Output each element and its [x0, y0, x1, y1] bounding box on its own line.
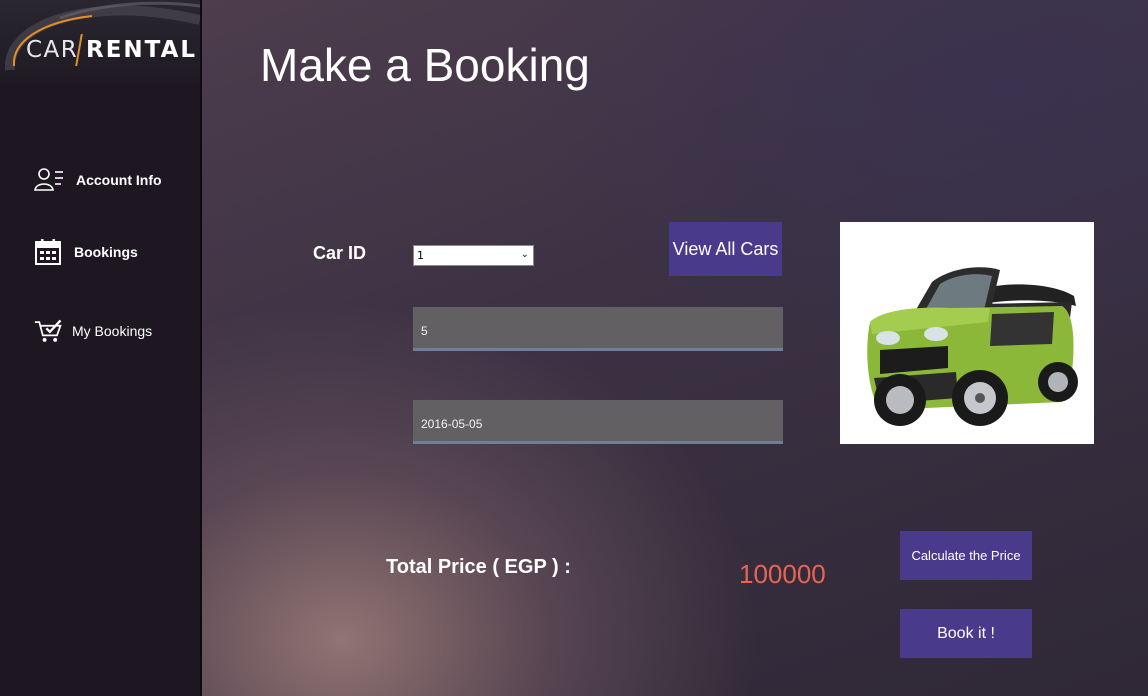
car-picture-icon	[867, 267, 1078, 426]
car-id-select[interactable]: 1 ⌄	[413, 245, 534, 266]
car-id-label: Car ID	[313, 243, 367, 263]
sidebar-item-label: Bookings	[74, 244, 138, 260]
logo-text-car: CAR	[26, 37, 79, 63]
calendar-icon	[35, 239, 61, 265]
total-price-value: 100000	[739, 559, 826, 589]
user-list-icon	[34, 168, 63, 191]
sidebar-item-bookings[interactable]: Bookings	[0, 232, 200, 272]
sidebar-item-my-bookings[interactable]: My Bookings	[0, 311, 200, 351]
main-panel: Make a Booking Car ID 1 ⌄ View All Cars …	[202, 0, 1148, 696]
sidebar-item-account-info[interactable]: Account Info	[0, 160, 200, 200]
car-image	[840, 222, 1094, 444]
logo-text-rental: RENTAL	[86, 37, 198, 63]
total-price-label: Total Price ( EGP ) :	[386, 556, 571, 578]
page-title: Make a Booking	[260, 39, 590, 91]
logo: CAR RENTAL	[0, 0, 200, 84]
sidebar: CAR RENTAL Account Info Bookings My Book…	[0, 0, 200, 696]
sidebar-item-label: My Bookings	[72, 323, 153, 339]
chevron-down-icon: ⌄	[520, 249, 529, 260]
cart-check-icon	[34, 319, 62, 342]
view-all-cars-button[interactable]: View All Cars	[669, 222, 782, 276]
days-field[interactable]: 5	[413, 307, 783, 351]
sidebar-item-label: Account Info	[76, 172, 162, 188]
calculate-price-button[interactable]: Calculate the Price	[900, 531, 1032, 580]
date-field[interactable]: 2016-05-05	[413, 400, 783, 444]
car-id-selected-value: 1	[417, 249, 424, 262]
book-it-button[interactable]: Book it !	[900, 609, 1032, 658]
